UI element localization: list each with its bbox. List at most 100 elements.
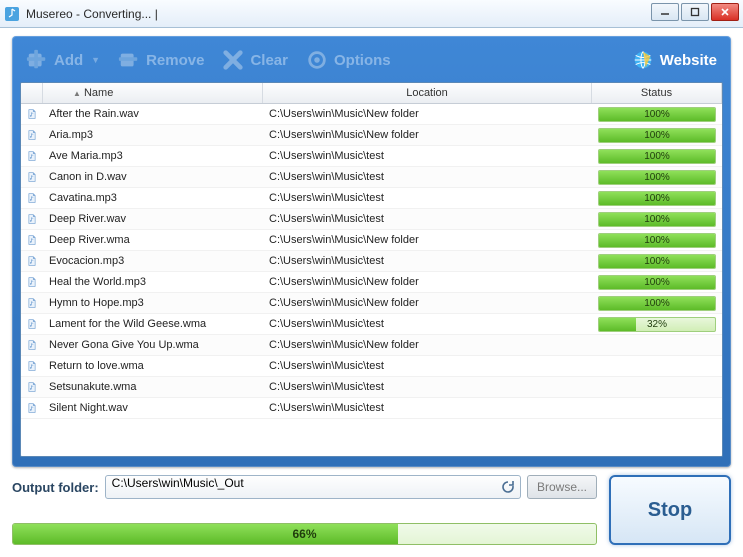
status-progress: 100%: [598, 149, 716, 164]
status-pct: 100%: [599, 108, 715, 121]
clear-button: Clear: [222, 49, 288, 71]
table-row[interactable]: Aria.mp3C:\Users\win\Music\New folder 100…: [21, 125, 722, 146]
table-row[interactable]: Return to love.wmaC:\Users\win\Music\tes…: [21, 356, 722, 377]
file-name: Setsunakute.wma: [43, 381, 263, 393]
file-location: C:\Users\win\Music\test: [263, 360, 592, 372]
table-row[interactable]: Ave Maria.mp3C:\Users\win\Music\test100%: [21, 146, 722, 167]
status-progress: 100%: [598, 107, 716, 122]
file-icon: [21, 128, 43, 142]
app-icon: [4, 6, 20, 22]
add-icon: [26, 49, 48, 71]
file-icon: [21, 233, 43, 247]
table-row[interactable]: Silent Night.wavC:\Users\win\Music\test: [21, 398, 722, 419]
table-row[interactable]: Setsunakute.wmaC:\Users\win\Music\test: [21, 377, 722, 398]
table-row[interactable]: Heal the World.mp3C:\Users\win\Music\New…: [21, 272, 722, 293]
table-row[interactable]: After the Rain.wavC:\Users\win\Music\New…: [21, 104, 722, 125]
table-row[interactable]: Canon in D.wavC:\Users\win\Music\test 100…: [21, 167, 722, 188]
file-location: C:\Users\win\Music\New folder: [263, 276, 592, 288]
title-bar: Musereo - Converting... |: [0, 0, 743, 28]
file-name: Never Gona Give You Up.wma: [43, 339, 263, 351]
status-progress: 100%: [598, 254, 716, 269]
status-progress: 100%: [598, 170, 716, 185]
table-row[interactable]: Cavatina.mp3C:\Users\win\Music\test 100%: [21, 188, 722, 209]
table-row[interactable]: Evocacion.mp3C:\Users\win\Music\test 100%: [21, 251, 722, 272]
col-name-header[interactable]: ▲ Name: [43, 83, 263, 103]
file-location: C:\Users\win\Music\New folder: [263, 129, 592, 141]
file-location: C:\Users\win\Music\New folder: [263, 234, 592, 246]
file-status: 100%: [592, 128, 722, 143]
file-name: Heal the World.mp3: [43, 276, 263, 288]
status-progress: 100%: [598, 191, 716, 206]
file-name: Deep River.wma: [43, 234, 263, 246]
status-pct: 100%: [599, 255, 715, 268]
status-pct: 100%: [599, 234, 715, 247]
grid-body[interactable]: After the Rain.wavC:\Users\win\Music\New…: [21, 104, 722, 456]
status-pct: 32%: [599, 318, 715, 331]
file-status: 100%: [592, 107, 722, 122]
file-grid: ▲ Name Location Status After the Rain.wa…: [20, 82, 723, 457]
table-row[interactable]: Hymn to Hope.mp3C:\Users\win\Music\New f…: [21, 293, 722, 314]
status-progress: 100%: [598, 233, 716, 248]
file-icon: [21, 170, 43, 184]
status-pct: 100%: [599, 150, 715, 163]
add-label: Add: [54, 52, 83, 69]
output-path-input[interactable]: C:\Users\win\Music\_Out: [105, 475, 521, 499]
output-path-value: C:\Users\win\Music\_Out: [112, 476, 244, 490]
maximize-button[interactable]: [681, 3, 709, 21]
file-name: Aria.mp3: [43, 129, 263, 141]
status-progress: 100%: [598, 128, 716, 143]
grid-header: ▲ Name Location Status: [21, 83, 722, 104]
file-name: Return to love.wma: [43, 360, 263, 372]
output-row: Output folder: C:\Users\win\Music\_Out B…: [12, 475, 597, 499]
overall-progress-label: 66%: [13, 524, 596, 544]
remove-icon: [118, 49, 140, 71]
file-status: 100%: [592, 191, 722, 206]
file-name: Ave Maria.mp3: [43, 150, 263, 162]
status-pct: 100%: [599, 129, 715, 142]
file-name: Evocacion.mp3: [43, 255, 263, 267]
file-name: Canon in D.wav: [43, 171, 263, 183]
file-icon: [21, 338, 43, 352]
file-location: C:\Users\win\Music\test: [263, 381, 592, 393]
file-location: C:\Users\win\Music\test: [263, 192, 592, 204]
file-name: Silent Night.wav: [43, 402, 263, 414]
col-icon-header[interactable]: [21, 83, 43, 103]
table-row[interactable]: Deep River.wmaC:\Users\win\Music\New fol…: [21, 230, 722, 251]
remove-button: Remove: [118, 49, 204, 71]
file-status: 32%: [592, 317, 722, 332]
col-location-header[interactable]: Location: [263, 83, 592, 103]
footer: Output folder: C:\Users\win\Music\_Out B…: [12, 475, 731, 545]
file-name: Lament for the Wild Geese.wma: [43, 318, 263, 330]
file-location: C:\Users\win\Music\test: [263, 255, 592, 267]
file-location: C:\Users\win\Music\test: [263, 213, 592, 225]
reload-icon[interactable]: [500, 479, 516, 495]
browse-button: Browse...: [527, 475, 597, 499]
file-icon: [21, 149, 43, 163]
remove-label: Remove: [146, 52, 204, 69]
clear-icon: [222, 49, 244, 71]
file-location: C:\Users\win\Music\test: [263, 171, 592, 183]
col-status-header[interactable]: Status: [592, 83, 722, 103]
file-status: [592, 380, 722, 395]
options-button: Options: [306, 49, 391, 71]
close-button[interactable]: [711, 3, 739, 21]
window-title: Musereo - Converting... |: [26, 7, 158, 21]
stop-button[interactable]: Stop: [609, 475, 731, 545]
file-status: [592, 338, 722, 353]
file-icon: [21, 191, 43, 205]
file-status: 100%: [592, 170, 722, 185]
status-progress: 32%: [598, 317, 716, 332]
file-icon: [21, 317, 43, 331]
status-progress: 100%: [598, 275, 716, 290]
table-row[interactable]: Lament for the Wild Geese.wmaC:\Users\wi…: [21, 314, 722, 335]
col-status-label: Status: [641, 87, 672, 99]
status-pct: 100%: [599, 297, 715, 310]
website-button[interactable]: Website: [632, 49, 717, 71]
file-status: 100%: [592, 233, 722, 248]
table-row[interactable]: Deep River.wavC:\Users\win\Music\test100…: [21, 209, 722, 230]
file-icon: [21, 275, 43, 289]
file-name: Cavatina.mp3: [43, 192, 263, 204]
table-row[interactable]: Never Gona Give You Up.wmaC:\Users\win\M…: [21, 335, 722, 356]
file-status: 100%: [592, 254, 722, 269]
minimize-button[interactable]: [651, 3, 679, 21]
